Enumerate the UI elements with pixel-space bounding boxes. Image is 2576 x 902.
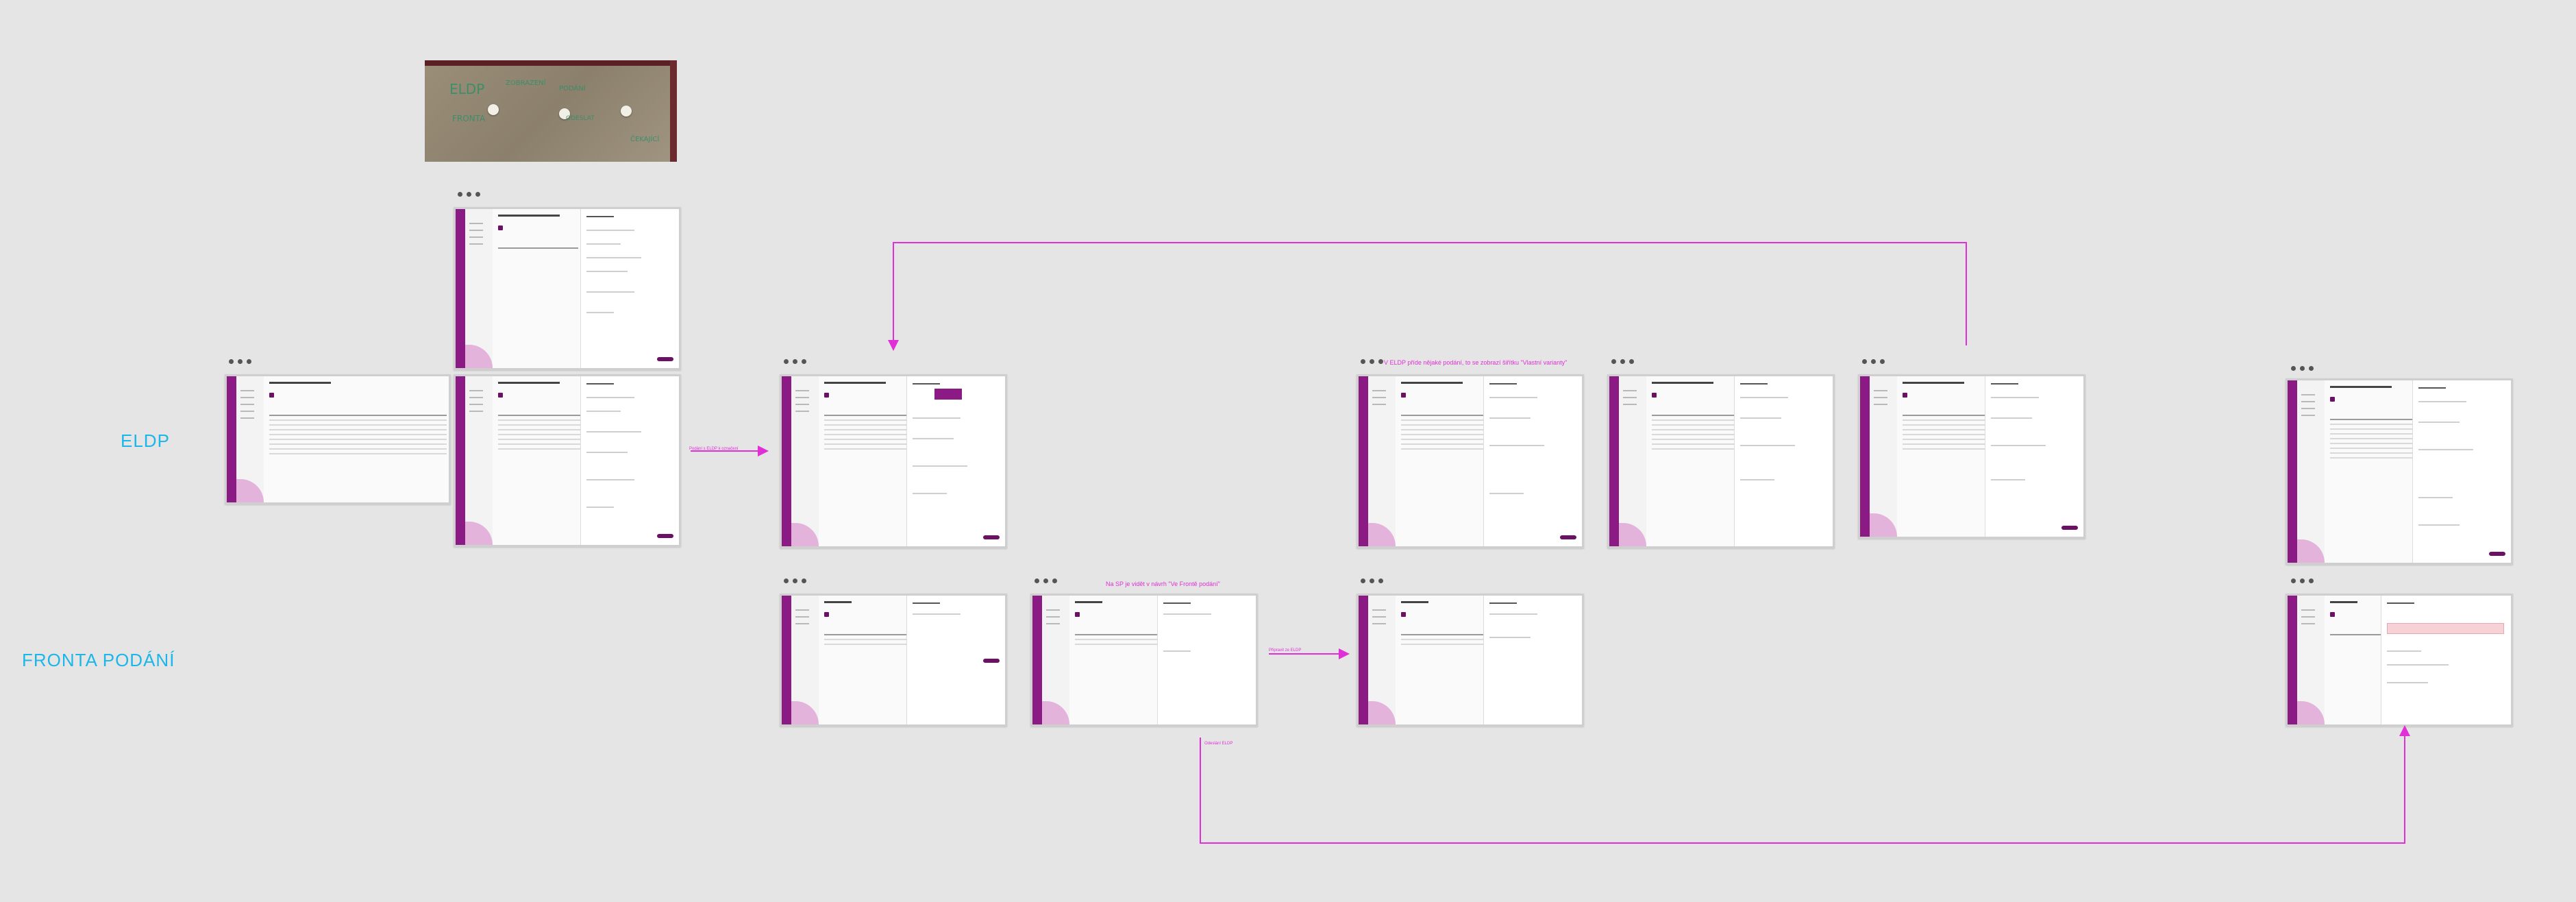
screen-eldp-variant[interactable] xyxy=(1607,374,1835,548)
whiteboard-photo: ELDP ZOBRAZENÍ PODÁNÍ FRONTA ODESLAT ČEK… xyxy=(425,60,677,162)
photo-word: ODESLAT xyxy=(566,115,595,122)
photo-word: PODÁNÍ xyxy=(559,85,586,93)
screen-dots xyxy=(1035,578,1057,583)
screen-eldp-new[interactable] xyxy=(1357,374,1584,548)
screen-eldp-menu[interactable] xyxy=(780,374,1007,548)
screen-eldp-list[interactable] xyxy=(225,374,451,504)
screen-dots xyxy=(1862,359,1885,364)
screen-dots xyxy=(2291,578,2314,583)
note-small-middle: Připravit ze ELDP xyxy=(1269,648,1302,653)
photo-word: ČEKAJÍCÍ xyxy=(630,136,660,143)
screen-fronta-1[interactable] xyxy=(780,594,1007,727)
screen-eldp-detail[interactable] xyxy=(454,374,681,547)
screen-dots xyxy=(458,192,480,197)
photo-word: ELDP xyxy=(449,81,485,97)
screen-dots xyxy=(1361,359,1383,364)
photo-word: ZOBRAZENÍ xyxy=(506,80,546,87)
error-alert xyxy=(2386,623,2504,634)
note-fronta-banner: Na SP je vidět v návrh "Ve Frontě podání… xyxy=(1106,581,1220,587)
screen-fronta-4[interactable] xyxy=(2286,594,2513,727)
flow-arrow xyxy=(888,242,1967,351)
screen-eldp-detail-top[interactable] xyxy=(454,207,681,370)
screen-fronta-3[interactable] xyxy=(1357,594,1584,727)
screen-dots xyxy=(1361,578,1383,583)
screen-fronta-2[interactable] xyxy=(1030,594,1258,727)
screen-eldp-send[interactable] xyxy=(1858,374,2085,539)
note-small-left: Podání s ELDP k označení xyxy=(689,447,739,451)
row-label-fronta: FRONTA PODÁNÍ xyxy=(22,650,175,670)
screen-dots xyxy=(784,578,806,583)
screen-dots xyxy=(229,359,251,364)
screen-dots xyxy=(1611,359,1634,364)
screen-dots xyxy=(2291,366,2314,371)
note-eldp-banner: V ELDP příde nějaké podání, to se zobraz… xyxy=(1384,359,1568,366)
screen-eldp-final[interactable] xyxy=(2286,378,2513,565)
screen-dots xyxy=(784,359,806,364)
photo-word: FRONTA xyxy=(452,114,486,123)
flow-arrow xyxy=(1200,725,2410,844)
row-label-eldp: ELDP xyxy=(121,430,170,451)
note-small-bottom: Odeslání ELDP xyxy=(1204,742,1233,746)
